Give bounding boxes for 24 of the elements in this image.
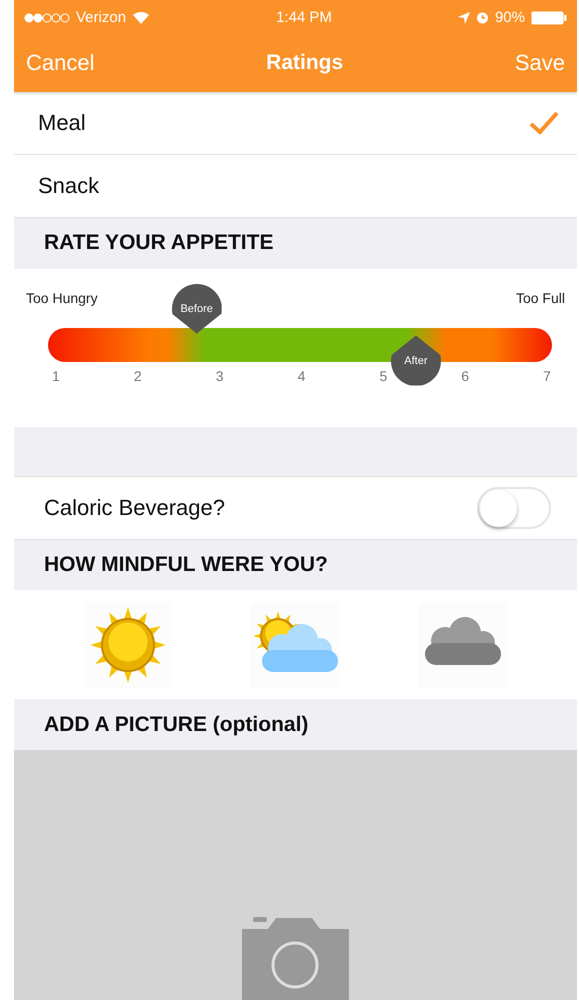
toggle-label: Caloric Beverage? [44, 494, 225, 521]
caloric-beverage-toggle[interactable] [477, 486, 551, 529]
scale-number: 1 [52, 368, 60, 384]
meal-type-option[interactable]: Snack [14, 154, 577, 218]
scale-number: 5 [379, 368, 388, 384]
nav-title: Ratings [266, 51, 344, 76]
wifi-icon [132, 11, 150, 24]
battery-percent: 90% [494, 9, 525, 26]
alarm-icon [476, 11, 489, 24]
scale-number: 2 [134, 368, 142, 384]
scale-number: 6 [461, 368, 470, 384]
battery-icon [530, 10, 567, 24]
status-time: 1:44 PM [276, 9, 332, 26]
signal-icon [24, 12, 70, 22]
carrier-name: Verizon [76, 9, 126, 26]
meal-type-option[interactable]: Meal [14, 92, 577, 155]
scale-min-label: Too Hungry [26, 290, 98, 306]
photo-area[interactable] [14, 750, 577, 1000]
location-arrow-icon [458, 12, 470, 24]
scale-number: 7 [543, 368, 551, 384]
slider-marker[interactable]: Before [172, 284, 222, 334]
scale-max-label: Too Full [516, 290, 565, 306]
scale-number: 3 [216, 368, 224, 384]
scale-number: 4 [298, 368, 306, 384]
